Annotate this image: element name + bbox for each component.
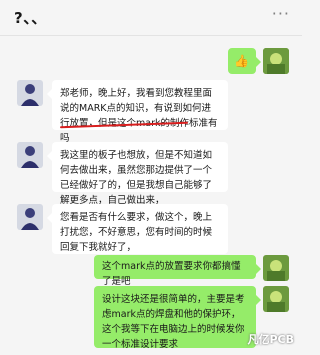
message-text: 这个mark点的放置要求你都搞懂了是吧 bbox=[102, 261, 241, 287]
chat-header: ?、、 ··· bbox=[0, 0, 302, 36]
avatar-image bbox=[17, 80, 43, 106]
message-bubble[interactable]: 这个mark点的放置要求你都搞懂了是吧 bbox=[94, 255, 261, 287]
message-bubble[interactable]: 我这里的板子也想放，但是不知道如何去做出来，虽然您那边提供了一个已经做好了的，但… bbox=[47, 142, 228, 206]
message-bubble-emoji[interactable]: 👍 bbox=[228, 48, 261, 74]
avatar[interactable] bbox=[17, 80, 43, 106]
message-text: 设计这块还是很简单的，主要是考虑mark点的焊盘和他的保护环，这个我等下在电脑边… bbox=[102, 294, 245, 350]
avatar[interactable] bbox=[263, 48, 289, 74]
avatar[interactable] bbox=[17, 204, 43, 230]
message-text: 郑老师，晚上好，我看到您教程里面说的MARK点的知识，有说到如何进行放置，但是这… bbox=[60, 88, 218, 144]
avatar-image bbox=[263, 48, 289, 74]
avatar[interactable] bbox=[263, 286, 289, 312]
chat-title: ?、、 bbox=[14, 9, 47, 27]
avatar-image bbox=[263, 286, 289, 312]
avatar[interactable] bbox=[17, 142, 43, 168]
avatar-image bbox=[17, 204, 43, 230]
avatar-image bbox=[263, 255, 289, 281]
thumbs-up-icon: 👍 bbox=[234, 54, 249, 68]
avatar-image bbox=[17, 142, 43, 168]
message-bubble[interactable]: 设计这块还是很简单的，主要是考虑mark点的焊盘和他的保护环，这个我等下在电脑边… bbox=[94, 286, 261, 350]
ellipsis-icon[interactable]: ··· bbox=[272, 4, 290, 23]
message-bubble[interactable]: 您看是否有什么要求，做这个，晚上打扰您，不好意思，您有时间的时候回复下我就好了， bbox=[47, 204, 228, 254]
watermark: 凡亿PCB bbox=[247, 331, 294, 347]
message-text: 我这里的板子也想放，但是不知道如何去做出来，虽然您那边提供了一个已经做好了的，但… bbox=[60, 150, 213, 206]
watermark-text: 凡亿PCB bbox=[247, 333, 294, 346]
avatar[interactable] bbox=[263, 255, 289, 281]
message-text: 您看是否有什么要求，做这个，晚上打扰您，不好意思，您有时间的时候回复下我就好了， bbox=[60, 212, 213, 253]
